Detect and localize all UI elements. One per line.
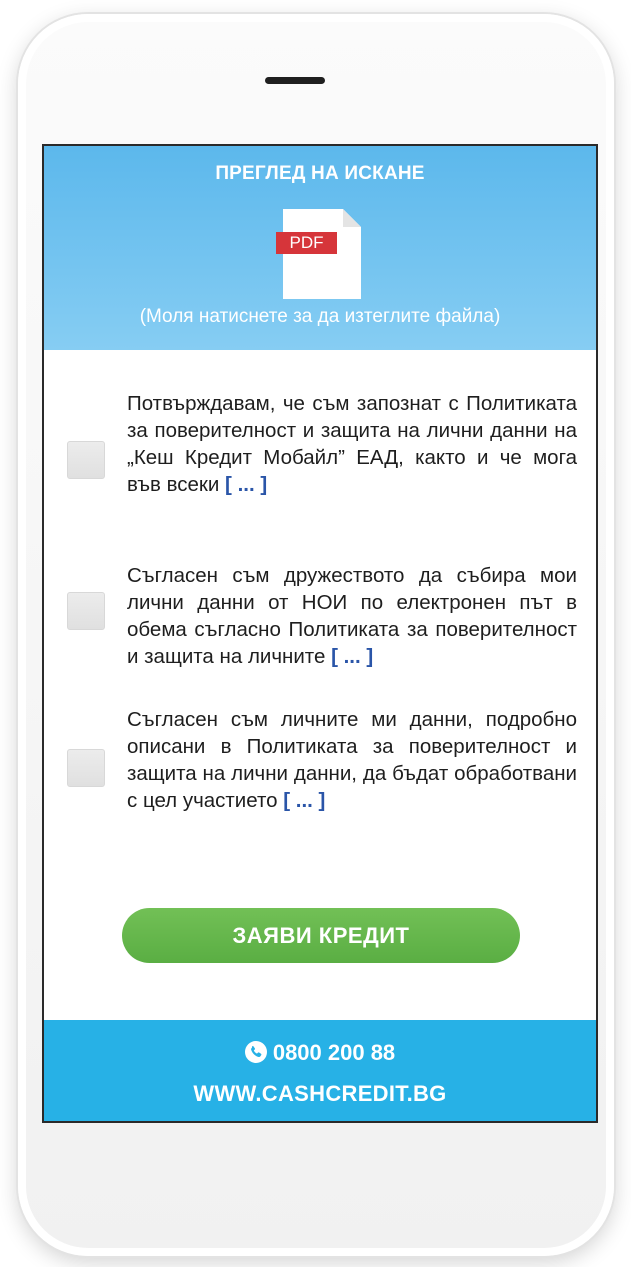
footer-phone-line[interactable]: 0800 200 88 <box>44 1040 596 1066</box>
consent-text-body: Потвърждавам, че съм запознат с Политика… <box>127 392 577 496</box>
page-title: ПРЕГЛЕД НА ИСКАНЕ <box>215 163 425 184</box>
read-more-link[interactable]: [ ... ] <box>225 473 267 496</box>
consent-checkbox-data-processing[interactable] <box>67 749 105 787</box>
pdf-badge: PDF <box>276 232 337 254</box>
pdf-document-shape <box>283 209 361 299</box>
phone-speaker <box>265 77 325 84</box>
phone-icon <box>244 1041 267 1063</box>
consent-text-body: Съгласен съм личните ми данни, подробно … <box>127 708 577 812</box>
download-file-link[interactable]: (Моля натиснете за да изтеглите файла) <box>44 306 596 328</box>
read-more-link[interactable]: [ ... ] <box>283 789 325 812</box>
phone-frame: ПРЕГЛЕД НА ИСКАНЕ PDF (Моля натиснете за… <box>18 14 614 1256</box>
consent-text: Съгласен съм личните ми данни, подробно … <box>127 706 577 814</box>
read-more-link[interactable]: [ ... ] <box>331 645 373 668</box>
consent-checkbox-noi-data[interactable] <box>67 592 105 630</box>
phone-number: 0800 200 88 <box>272 1040 396 1065</box>
apply-credit-button[interactable]: ЗАЯВИ КРЕДИТ <box>122 908 520 963</box>
website-link[interactable]: WWW.CASHCREDIT.BG <box>44 1081 596 1107</box>
consent-text: Съгласен съм дружеството да събира мои л… <box>127 562 577 670</box>
app-screen: ПРЕГЛЕД НА ИСКАНЕ PDF (Моля натиснете за… <box>42 144 598 1123</box>
consent-text: Потвърждавам, че съм запознат с Политика… <box>127 390 577 498</box>
contact-footer: 0800 200 88 WWW.CASHCREDIT.BG <box>44 1020 596 1121</box>
consent-checkbox-privacy-policy[interactable] <box>67 441 105 479</box>
request-preview-header: ПРЕГЛЕД НА ИСКАНЕ PDF (Моля натиснете за… <box>44 146 596 350</box>
pdf-file-icon[interactable]: PDF <box>276 209 361 299</box>
